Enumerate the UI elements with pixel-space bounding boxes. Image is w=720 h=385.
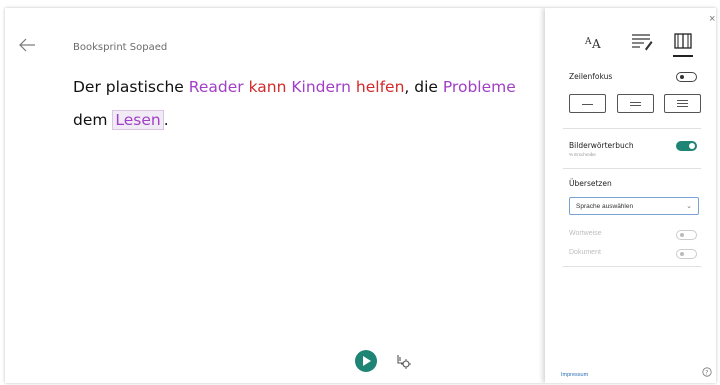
svg-text:?: ?: [705, 369, 708, 376]
toggle-knob: [680, 75, 684, 79]
language-select[interactable]: Sprache auswählen ⌄: [569, 197, 699, 215]
help-icon[interactable]: ?: [702, 367, 712, 377]
reader-word[interactable]: , die: [404, 78, 442, 96]
picture-dictionary-sub: % Erschreibe: [569, 152, 596, 157]
five-lines-icon-bar: [677, 106, 688, 107]
word-dem[interactable]: dem: [73, 111, 112, 129]
word-by-word-label: Wortweise: [569, 230, 602, 237]
line-focus-toggle[interactable]: [676, 72, 697, 82]
book-icon: [674, 33, 692, 49]
document-toggle[interactable]: [676, 249, 697, 259]
translate-label: Übersetzen: [569, 179, 612, 188]
five-lines-icon-bar: [677, 103, 688, 104]
one-line-icon: [582, 104, 593, 105]
line-focus-one-button[interactable]: [569, 94, 606, 113]
chevron-down-icon: ⌄: [686, 203, 692, 210]
reader-word[interactable]: Reader: [189, 78, 244, 96]
line-focus-five-button[interactable]: [664, 94, 701, 113]
text-options-tab[interactable]: A A: [583, 32, 607, 52]
five-lines-icon: [677, 100, 688, 101]
language-select-value: Sprache auswählen: [576, 203, 634, 210]
period: .: [163, 111, 169, 129]
divider: [563, 128, 701, 129]
voice-settings-icon[interactable]: [394, 351, 412, 371]
word-lesen[interactable]: Lesen: [112, 110, 164, 130]
picture-dictionary-label: Bilderwörterbuch: [569, 141, 634, 150]
reader-line-2: dem Lesen.: [73, 110, 169, 130]
line-focus-label: Zeilenfokus: [569, 72, 613, 81]
toggle-knob: [680, 233, 684, 237]
app-window: Booksprint Sopaed Der plastische Reader …: [5, 8, 716, 383]
reader-line-1: Der plastische Reader kann Kindern helfe…: [73, 78, 516, 96]
word-by-word-toggle[interactable]: [676, 230, 697, 240]
document-title: Booksprint Sopaed: [73, 42, 168, 53]
reader-text-area: Der plastische Reader kann Kindern helfe…: [73, 68, 548, 148]
three-lines-icon: [630, 102, 641, 103]
toggle-knob: [689, 143, 695, 149]
back-arrow-icon[interactable]: [17, 36, 37, 54]
divider: [563, 168, 701, 169]
text-size-icon: A A: [584, 37, 601, 51]
active-tab-indicator: [673, 55, 693, 57]
grammar-icon: [632, 34, 653, 51]
svg-text:A: A: [591, 37, 601, 51]
reader-word[interactable]: Probleme: [443, 78, 516, 96]
imprint-link[interactable]: Impressum: [561, 372, 588, 378]
picture-dictionary-toggle[interactable]: [676, 141, 697, 151]
line-focus-three-button[interactable]: [617, 94, 654, 113]
document-label: Dokument: [569, 249, 601, 256]
toggle-knob: [680, 252, 684, 256]
three-lines-icon-bar: [630, 105, 641, 106]
reader-word[interactable]: Der: [73, 78, 101, 96]
reader-word[interactable]: Kindern: [291, 78, 351, 96]
reader-word[interactable]: helfen: [356, 78, 404, 96]
reader-word[interactable]: plastische: [101, 78, 189, 96]
grammar-options-tab[interactable]: [630, 32, 654, 52]
svg-text:A: A: [584, 37, 592, 47]
reading-preferences-tab[interactable]: [672, 32, 696, 52]
close-panel-button[interactable]: ×: [709, 14, 715, 25]
reader-word[interactable]: kann: [249, 78, 287, 96]
play-button[interactable]: [355, 350, 377, 372]
reading-preferences-panel: × A A Zeilenfokus Bilderwörterbuch % Ers…: [545, 8, 716, 383]
divider: [563, 266, 701, 267]
